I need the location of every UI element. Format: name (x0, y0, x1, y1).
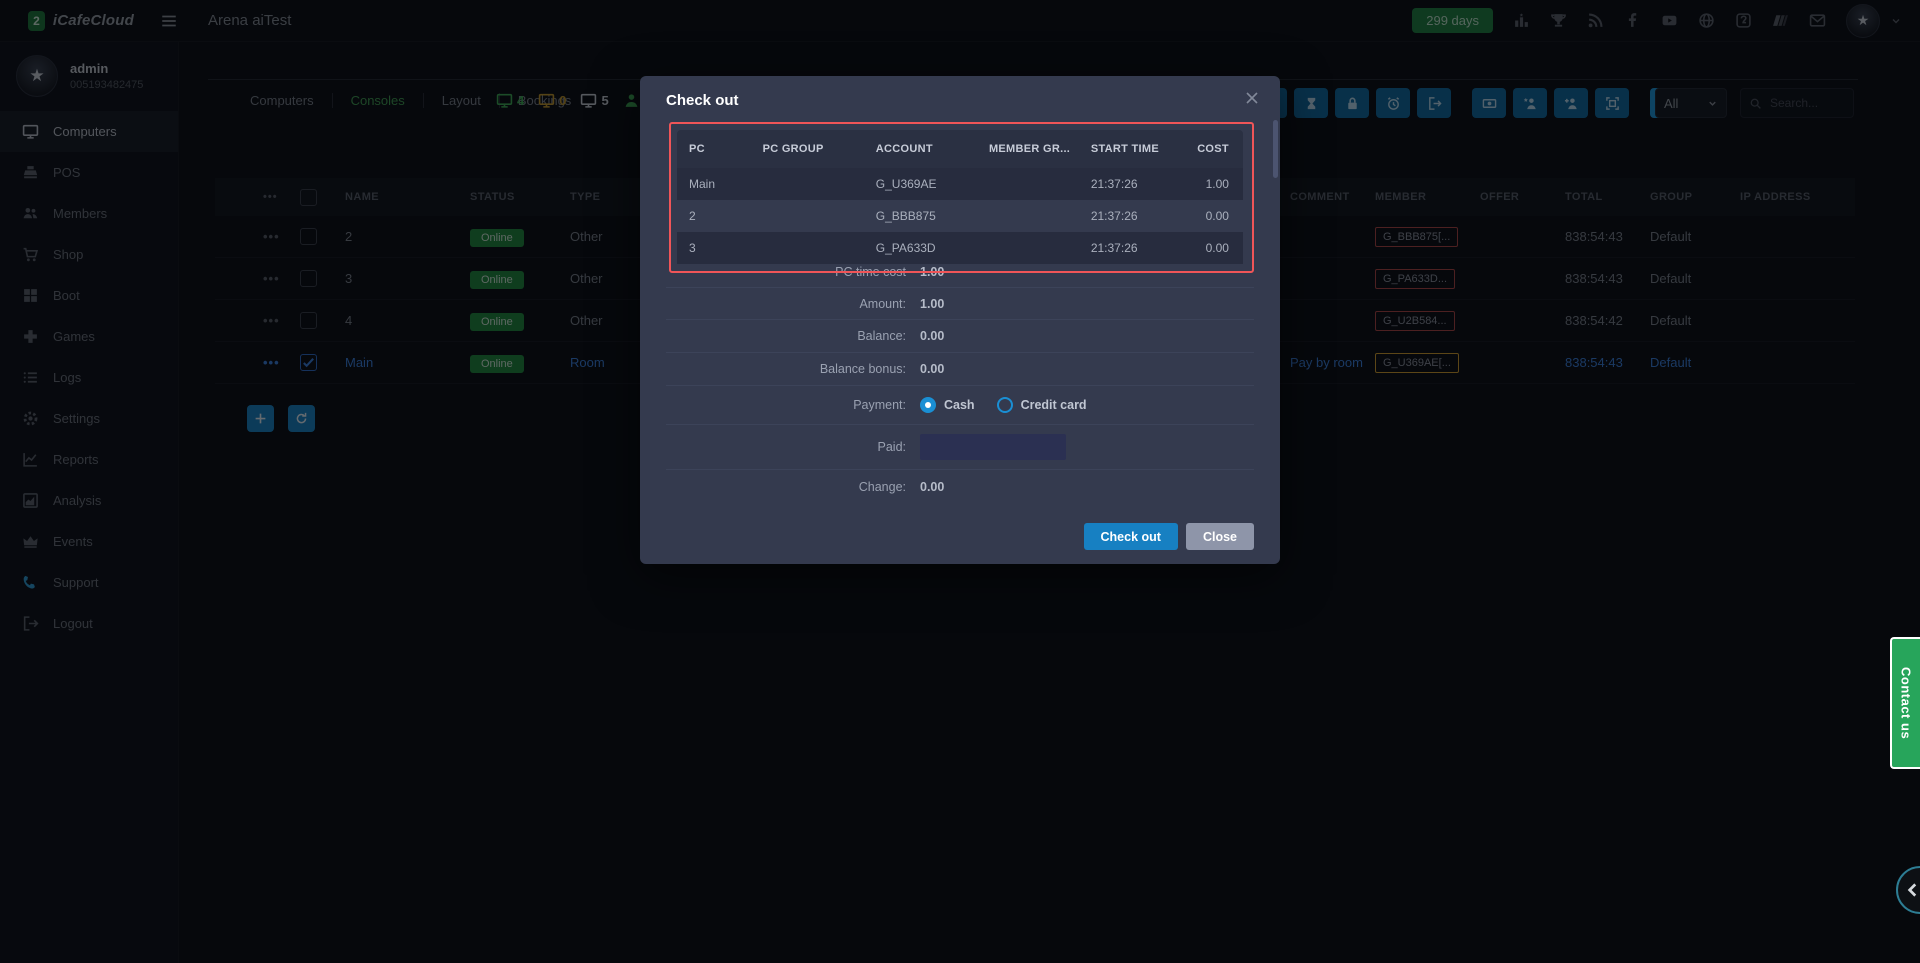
change-value: 0.00 (920, 480, 944, 494)
cell-pc: 2 (677, 209, 751, 223)
form-row: Paid: (666, 425, 1254, 470)
cell-account: G_U369AE (864, 177, 977, 191)
checkout-table-row-3[interactable]: 3 G_PA633D 21:37:260.00 (677, 232, 1243, 264)
app: 2 iCafeCloud Arena aiTest 299 days ★ ★ a… (0, 0, 1920, 963)
checkout-table-row-main[interactable]: Main G_U369AE 21:37:261.00 (677, 168, 1243, 200)
checkout-button[interactable]: Check out (1084, 523, 1178, 550)
balance-bonus-label: Balance bonus: (666, 362, 920, 376)
table-scrollbar[interactable] (1273, 120, 1278, 178)
pc-time-cost-label: PC time cost (666, 265, 920, 279)
column-header: COST (1175, 143, 1243, 155)
checkout-modal: Check out PCPC GROUPACCOUNTMEMBER GR...S… (640, 76, 1280, 564)
payment-option-label: Cash (944, 398, 975, 412)
change-label: Change: (666, 480, 920, 494)
form-row: Payment: Cash Credit card (666, 386, 1254, 425)
checkout-form: PC time cost 1.00 Amount: 1.00 Balance: … (666, 256, 1254, 504)
column-header: PC GROUP (751, 143, 864, 155)
pc-time-cost-value: 1.00 (920, 265, 944, 279)
cell-start_time: 21:37:26 (1079, 241, 1175, 255)
balance-label: Balance: (666, 329, 920, 343)
cell-cost: 0.00 (1175, 241, 1243, 255)
radio-unselected-icon[interactable] (997, 397, 1013, 413)
cell-account: G_PA633D (864, 241, 977, 255)
form-row: Amount: 1.00 (666, 288, 1254, 320)
checkout-table-row-2[interactable]: 2 G_BBB875 21:37:260.00 (677, 200, 1243, 232)
paid-input[interactable] (920, 434, 1066, 460)
close-button[interactable]: Close (1186, 523, 1254, 550)
form-row: Balance: 0.00 (666, 320, 1254, 353)
column-header: MEMBER GR... (977, 143, 1079, 155)
cell-start_time: 21:37:26 (1079, 177, 1175, 191)
form-row: Balance bonus: 0.00 (666, 353, 1254, 386)
payment-option-label: Credit card (1021, 398, 1087, 412)
amount-value: 1.00 (920, 297, 944, 311)
checkout-table-header: PCPC GROUPACCOUNTMEMBER GR...START TIMEC… (677, 130, 1243, 168)
close-icon[interactable] (1244, 90, 1260, 106)
modal-footer: Check out Close (1084, 523, 1254, 550)
contact-us-tab[interactable]: Contact us (1890, 637, 1920, 769)
checkout-table: PCPC GROUPACCOUNTMEMBER GR...START TIMEC… (677, 130, 1243, 264)
contact-us-label: Contact us (1899, 667, 1914, 739)
radio-selected-icon[interactable] (920, 397, 936, 413)
balance-bonus-value: 0.00 (920, 362, 944, 376)
column-header: PC (677, 143, 751, 155)
column-header: ACCOUNT (864, 143, 977, 155)
cell-pc: 3 (677, 241, 751, 255)
column-header: START TIME (1079, 143, 1175, 155)
payment-label: Payment: (666, 398, 920, 412)
form-row: Change: 0.00 (666, 470, 1254, 504)
modal-title: Check out (666, 92, 739, 109)
balance-value: 0.00 (920, 329, 944, 343)
paid-label: Paid: (666, 440, 920, 454)
payment-option-cash[interactable]: Cash (920, 397, 975, 413)
payment-option-credit-card[interactable]: Credit card (997, 397, 1087, 413)
amount-label: Amount: (666, 297, 920, 311)
cell-start_time: 21:37:26 (1079, 209, 1175, 223)
cell-cost: 1.00 (1175, 177, 1243, 191)
cell-cost: 0.00 (1175, 209, 1243, 223)
payment-options: Cash Credit card (920, 397, 1087, 413)
cell-pc: Main (677, 177, 751, 191)
cell-account: G_BBB875 (864, 209, 977, 223)
